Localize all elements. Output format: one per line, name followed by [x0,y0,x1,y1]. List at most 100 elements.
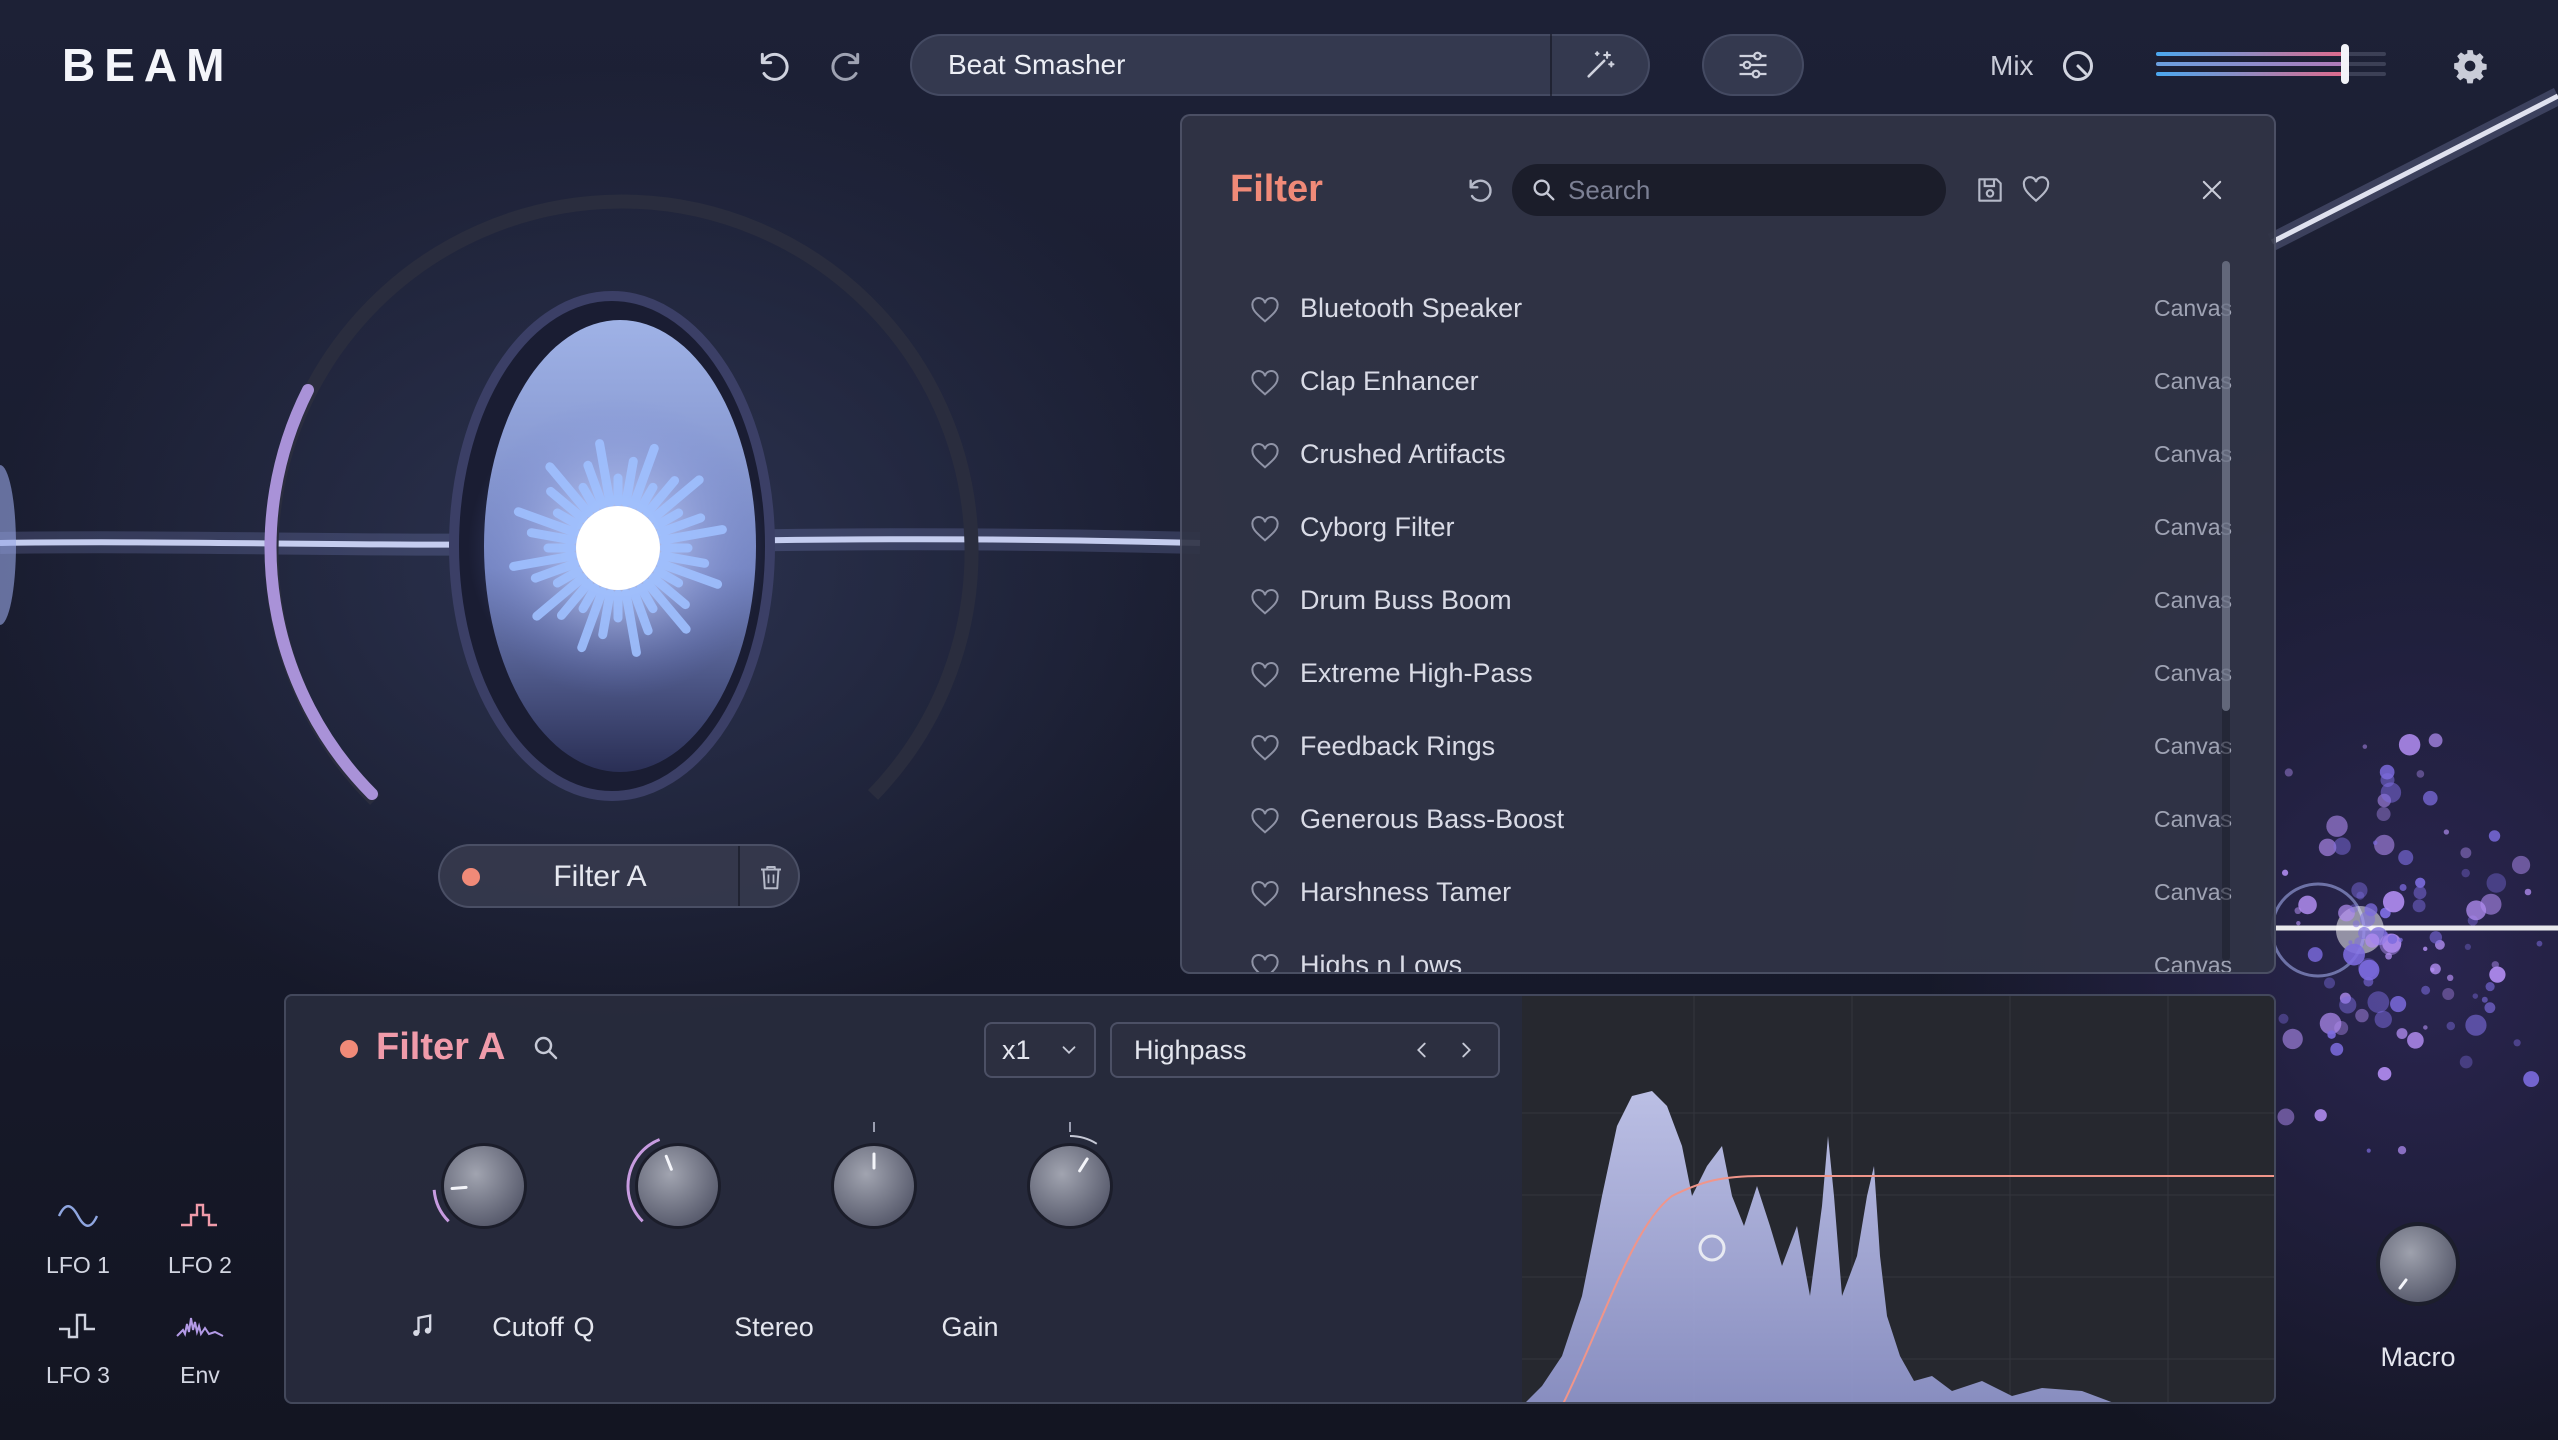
env-button[interactable] [150,1306,250,1346]
particle [2298,895,2317,915]
preset-list-item[interactable]: Feedback Rings Canvas [1182,710,2232,783]
preset-list-item[interactable]: Cyborg Filter Canvas [1182,491,2232,564]
filter-response-graph[interactable] [1522,996,2274,1402]
particle [2428,733,2443,748]
chevron-right-icon [1462,1042,1471,1058]
module-power-indicator[interactable] [462,868,480,886]
filter-type-prev-button[interactable] [1400,1028,1444,1072]
close-browser-button[interactable] [2190,168,2234,212]
favorite-heart-icon[interactable] [1250,442,1280,470]
module-chip[interactable]: Filter A [438,844,800,908]
lfo1-button[interactable] [28,1196,128,1236]
lfo2-label: LFO 2 [168,1252,232,1278]
gear-icon [2454,50,2487,84]
particle [2355,1008,2369,1023]
preset-list-item[interactable]: Drum Buss Boom Canvas [1182,564,2232,637]
magic-wand-icon [1587,51,1615,78]
particle [2349,904,2359,913]
particle [2461,868,2470,878]
undo-icon [760,52,789,81]
particle [2324,977,2336,989]
trash-icon [761,866,781,890]
favorite-heart-icon[interactable] [1250,880,1280,908]
preset-list-item[interactable]: Bluetooth Speaker Canvas [1182,272,2232,345]
particle [2277,1108,2295,1126]
close-icon [2202,180,2222,200]
preset-item-source: Canvas [2154,879,2232,905]
favorite-heart-icon[interactable] [1250,515,1280,543]
undo-button[interactable] [748,40,800,92]
preset-item-name: Crushed Artifacts [1300,439,1506,469]
filter-type-value: Highpass [1134,1034,1247,1065]
multiplier-dropdown[interactable]: x1 [984,1022,1096,1078]
preset-selector[interactable]: Beat Smasher [910,34,1650,96]
particle [2485,982,2495,992]
chevron-down-icon [1062,1046,1076,1055]
reset-icon [1469,179,1492,202]
particle [2352,920,2360,928]
level-handle[interactable] [2340,44,2349,84]
preset-list-item[interactable]: Crushed Artifacts Canvas [1182,418,2232,491]
favorite-heart-icon[interactable] [1250,953,1280,974]
cutoff-knob[interactable] [432,1143,527,1229]
favorite-heart-icon[interactable] [1250,661,1280,689]
meter-fill-mid [2156,62,2345,66]
particle [2358,958,2378,979]
particle [2423,1025,2428,1030]
stereo-knob[interactable] [831,1122,917,1229]
particle [2281,869,2289,876]
preset-item-name: Cyborg Filter [1300,512,1455,542]
q-knob[interactable] [626,1138,721,1229]
search-input[interactable] [1558,173,1946,207]
filter-type-next-button[interactable] [1444,1028,1488,1072]
particle [2374,1010,2392,1029]
particle [2398,937,2403,943]
particle [2459,1055,2473,1069]
filter-power-indicator[interactable] [340,1040,358,1058]
particle [2466,900,2487,921]
particle [2382,891,2405,913]
filter-browse-button[interactable] [524,1026,568,1070]
mix-knob[interactable] [2056,44,2100,88]
preset-settings-button[interactable] [1702,34,1804,96]
preset-list-item[interactable]: Highs n Lows Canvas [1182,929,2232,974]
favorite-heart-icon[interactable] [1250,588,1280,616]
lfo3-button[interactable] [28,1306,128,1346]
favorite-heart-icon[interactable] [1250,807,1280,835]
filter-browser-panel: Filter Bluetooth SpeakerCanvasClap Enhan… [1180,114,2276,974]
filter-type-selector[interactable]: Highpass [1110,1022,1500,1078]
macro-knob[interactable] [2372,1218,2464,1310]
q-label: Q [573,1312,595,1342]
value-arc [1069,1135,1098,1145]
particle [2416,770,2425,778]
knob-body [1030,1146,1110,1226]
preset-item-name: Drum Buss Boom [1300,585,1512,615]
redo-button[interactable] [820,40,872,92]
particle [2387,934,2398,945]
delete-module-button[interactable] [746,852,796,902]
gain-knob[interactable] [1027,1122,1113,1229]
particle [2407,1032,2424,1049]
preset-list-item[interactable]: Harshness Tamer Canvas [1182,856,2232,929]
settings-button[interactable] [2446,42,2494,90]
lfo2-button[interactable] [150,1196,250,1236]
browser-reset-button[interactable] [1458,168,1502,212]
preset-list-item[interactable]: Generous Bass-Boost Canvas [1182,783,2232,856]
preset-list-item[interactable]: Clap Enhancer Canvas [1182,345,2232,418]
particle [2359,911,2376,927]
favorite-heart-icon[interactable] [1250,296,1280,324]
app-logo: BEAM [62,39,234,91]
particle [2326,815,2348,837]
output-level-slider[interactable] [2156,44,2386,84]
favorite-heart-icon[interactable] [1250,369,1280,397]
save-preset-button[interactable] [1968,168,2012,212]
preset-list-item[interactable]: Extreme High-Pass Canvas [1182,637,2232,710]
favorites-filter-button[interactable] [2014,168,2058,212]
particle [2464,943,2471,950]
list-scrollbar-thumb[interactable] [2222,261,2230,711]
randomize-button[interactable] [1552,34,1648,96]
module-chip-label: Filter A [553,860,647,893]
favorite-heart-icon[interactable] [1250,734,1280,762]
preset-item-source: Canvas [2154,952,2232,974]
browser-search[interactable] [1512,164,1946,216]
